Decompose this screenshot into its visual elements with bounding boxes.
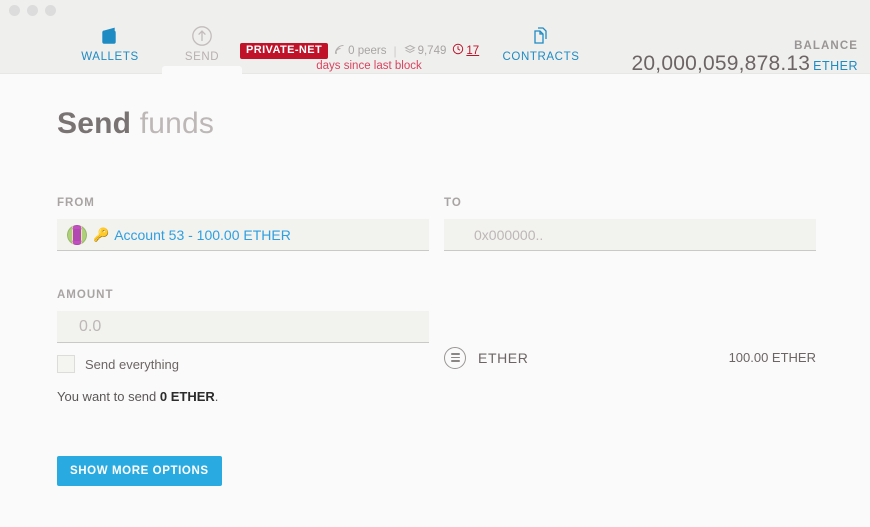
peers-stat[interactable]: 0 peers [334, 44, 386, 58]
tab-contracts-label: CONTRACTS [502, 51, 580, 63]
page-title: Send funds [57, 107, 870, 141]
from-to-row: FROM 🔑 Account 53 - 100.00 ETHER TO 0x00… [57, 197, 870, 251]
last-block-value: 17 [466, 44, 480, 57]
amount-input[interactable]: 0.0 [57, 311, 429, 343]
amount-label: AMOUNT [57, 289, 114, 301]
show-more-options-button[interactable]: SHOW MORE OPTIONS [57, 456, 222, 486]
signal-icon [334, 44, 346, 58]
page-content: Send funds FROM 🔑 Account 53 - 100.00 ET… [0, 107, 870, 486]
ether-icon [444, 346, 466, 369]
send-everything-label: Send everything [85, 356, 179, 372]
amount-column: AMOUNT 0.0 Send everything You want to s… [57, 289, 429, 404]
send-arrow-icon [191, 24, 213, 48]
send-form: FROM 🔑 Account 53 - 100.00 ETHER TO 0x00… [57, 197, 870, 486]
balance-amount: 20,000,059,878.13 [631, 52, 811, 75]
page-title-light: funds [131, 107, 215, 140]
balance-caption: BALANCE [794, 40, 858, 52]
from-account-value: Account 53 - 100.00 ETHER [114, 226, 291, 243]
currency-balance: 100.00 ETHER [728, 350, 816, 365]
window-maximize-button[interactable] [45, 4, 56, 16]
contracts-icon [530, 24, 552, 48]
key-icon: 🔑 [93, 227, 110, 242]
status-separator: | [393, 43, 397, 58]
page-title-bold: Send [57, 107, 132, 140]
last-block-stat[interactable]: 17 [452, 43, 479, 58]
network-status: PRIVATE-NET 0 peers | 9,749 17 days sinc… [240, 42, 490, 72]
balance-unit: ETHER [813, 59, 858, 73]
tab-wallets[interactable]: WALLETS [64, 20, 156, 74]
to-address-placeholder: 0x000000.. [474, 226, 544, 243]
tab-send[interactable]: SEND [156, 20, 248, 75]
clock-icon [452, 43, 464, 58]
network-badge: PRIVATE-NET [240, 42, 329, 59]
to-column: TO 0x000000.. [444, 197, 816, 251]
to-address-field[interactable]: 0x000000.. [444, 219, 816, 251]
to-label: TO [444, 197, 462, 209]
window-titlebar [0, 0, 870, 20]
currency-name: ETHER [478, 349, 529, 366]
blocks-icon [403, 44, 416, 58]
from-account-select[interactable]: 🔑 Account 53 - 100.00 ETHER [57, 219, 429, 251]
tab-wallets-label: WALLETS [81, 51, 139, 63]
send-everything-row[interactable]: Send everything [57, 355, 429, 373]
summary-amount: 0 ETHER [159, 389, 215, 404]
summary-prefix: You want to send [57, 389, 160, 404]
blocks-count: 9,749 [417, 44, 447, 57]
tab-contracts[interactable]: CONTRACTS [495, 20, 587, 74]
from-column: FROM 🔑 Account 53 - 100.00 ETHER [57, 197, 429, 251]
currency-row[interactable]: ETHER 100.00 ETHER [444, 311, 816, 404]
wallet-icon [100, 24, 121, 48]
peers-count: 0 peers [348, 44, 387, 57]
from-label: FROM [57, 197, 95, 209]
window-minimize-button[interactable] [27, 4, 38, 16]
last-block-message: days since last block [316, 60, 422, 72]
amount-row: AMOUNT 0.0 Send everything You want to s… [57, 289, 870, 404]
send-summary: You want to send 0 ETHER. [57, 389, 429, 404]
amount-placeholder: 0.0 [79, 317, 102, 335]
send-everything-checkbox[interactable] [57, 355, 75, 373]
window-close-button[interactable] [9, 4, 20, 16]
app-header: WALLETS SEND CONTRACTS PRIVATE-NET 0 pee… [0, 20, 870, 76]
tab-send-label: SEND [184, 51, 220, 63]
identicon [67, 224, 87, 245]
blocks-stat[interactable]: 9,749 [403, 44, 447, 58]
summary-suffix: . [214, 389, 219, 404]
balance-block: BALANCE 20,000,059,878.13 ETHER [632, 40, 858, 76]
